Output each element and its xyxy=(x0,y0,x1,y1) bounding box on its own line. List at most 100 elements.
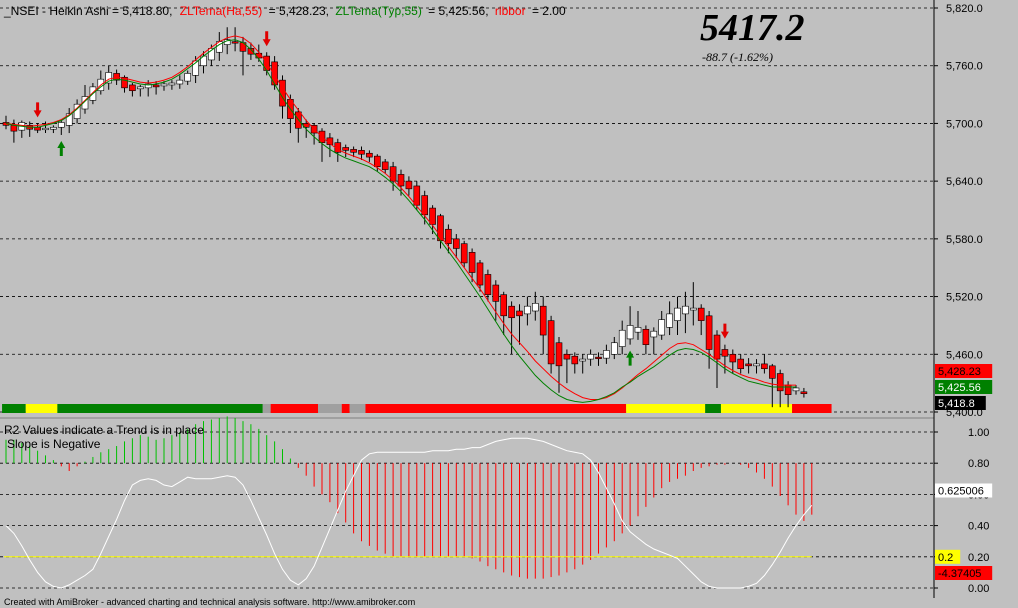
candle-body xyxy=(753,363,760,367)
candle-body xyxy=(745,363,752,367)
value-label: 0.2 xyxy=(938,552,953,564)
candle-body xyxy=(705,315,713,350)
legend-zl-ha: ZLTema(Ha,55) xyxy=(180,4,262,18)
chart-background xyxy=(0,0,1018,608)
ribbon-segment xyxy=(705,404,721,413)
candle-body xyxy=(413,185,421,206)
candle-body xyxy=(524,305,531,315)
candle-body xyxy=(689,307,697,311)
candle-body xyxy=(50,126,57,130)
candle-body xyxy=(500,294,508,317)
candle-body xyxy=(271,61,278,86)
candle-body xyxy=(650,330,658,338)
ribbon-segment xyxy=(262,404,271,413)
quote-price: 5417.2 xyxy=(700,7,805,49)
price-tick-label: 5,700.0 xyxy=(946,118,983,130)
legend-ribbon-value: = 2.00 xyxy=(532,4,566,18)
ribbon-segment xyxy=(792,404,832,413)
candle-body xyxy=(366,152,373,158)
candle-body xyxy=(421,195,429,216)
candle-body xyxy=(350,149,357,153)
legend-symbol: _NSEI - Heikin Ashi = 5,418.80, xyxy=(3,4,172,18)
candle-body xyxy=(184,73,191,82)
ribbon-segment xyxy=(57,404,263,413)
legend-ribbon: ribbor xyxy=(495,4,526,18)
candle-body xyxy=(539,305,547,336)
candle-body xyxy=(603,350,610,359)
candle-body xyxy=(721,349,729,357)
candle-body xyxy=(792,387,800,392)
candle-body xyxy=(579,358,587,362)
value-label: 5,428.23 xyxy=(938,366,981,378)
r2-tick-label: 0.00 xyxy=(968,583,989,595)
candle-body xyxy=(634,327,642,333)
candle-body xyxy=(160,83,168,87)
candle-body xyxy=(129,84,136,92)
r2-panel-subtitle: Slope is Negative xyxy=(7,437,101,451)
candle-body xyxy=(563,353,571,360)
candle-body xyxy=(231,41,239,44)
price-tick-label: 5,640.0 xyxy=(946,176,983,188)
candle-body xyxy=(768,365,776,379)
candle-body xyxy=(437,215,444,242)
price-tick-label: 5,520.0 xyxy=(946,292,983,304)
candle-body xyxy=(460,243,468,264)
candle-body xyxy=(682,305,689,315)
candle-body xyxy=(152,84,160,88)
candle-body xyxy=(137,86,144,90)
legend-zl-ha-value: = 5,428.23, xyxy=(269,4,329,18)
ribbon-segment xyxy=(318,404,342,413)
candle-body xyxy=(516,310,523,317)
candle-body xyxy=(571,355,579,365)
r2-panel-title: R2 Values indicate a Trend is in place xyxy=(4,423,204,437)
candle-body xyxy=(397,174,405,187)
value-label: 5,418.8 xyxy=(938,398,975,410)
value-label: 0.625006 xyxy=(938,486,984,498)
price-tick-label: 5,820.0 xyxy=(946,3,983,15)
candle-body xyxy=(342,147,350,151)
candle-body xyxy=(484,274,492,295)
legend-zl-typ-value: = 5,425.56, xyxy=(428,4,488,18)
candle-body xyxy=(595,356,602,359)
candle-body xyxy=(373,155,381,168)
candle-body xyxy=(42,127,49,131)
candle-body xyxy=(674,307,681,321)
candle-body xyxy=(176,79,184,85)
candle-body xyxy=(452,238,460,249)
candle-body xyxy=(776,373,784,392)
candle-body xyxy=(57,122,65,128)
footer-credit: Created with AmiBroker - advanced charti… xyxy=(4,597,415,607)
trend-ribbon xyxy=(2,404,832,413)
candle-body xyxy=(492,284,500,302)
r2-tick-label: 0.20 xyxy=(968,552,989,564)
candle-body xyxy=(429,207,436,225)
candle-body xyxy=(713,334,721,360)
r2-tick-label: 0.80 xyxy=(968,458,989,470)
candle-body xyxy=(587,353,594,360)
candle-body xyxy=(618,329,626,347)
header-legend: _NSEI - Heikin Ashi = 5,418.80, ZLTema(H… xyxy=(3,4,566,18)
candle-body xyxy=(697,307,705,321)
price-tick-label: 5,760.0 xyxy=(946,61,983,73)
candle-body xyxy=(642,328,650,345)
candle-body xyxy=(405,180,413,190)
r2-tick-label: 0.40 xyxy=(968,521,989,533)
candle-body xyxy=(737,358,745,370)
legend-zl-typ: ZLTema(Typ,55) xyxy=(335,4,421,18)
quote-change: -88.7 (-1.62%) xyxy=(702,50,773,64)
candle-body xyxy=(547,320,555,365)
candle-body xyxy=(800,391,808,395)
candle-body xyxy=(729,353,737,363)
candle-body xyxy=(531,303,539,312)
ribbon-segment xyxy=(349,404,366,413)
candle-body xyxy=(658,319,666,336)
ribbon-segment xyxy=(365,404,627,413)
price-tick-label: 5,580.0 xyxy=(946,234,983,246)
candle-body xyxy=(381,161,389,170)
r2-tick-label: 1.00 xyxy=(968,427,989,439)
value-label: 5,425.56 xyxy=(938,382,981,394)
ribbon-segment xyxy=(341,404,350,413)
price-tick-label: 5,460.0 xyxy=(946,349,983,361)
candle-body xyxy=(508,305,515,319)
candle-body xyxy=(610,342,618,355)
